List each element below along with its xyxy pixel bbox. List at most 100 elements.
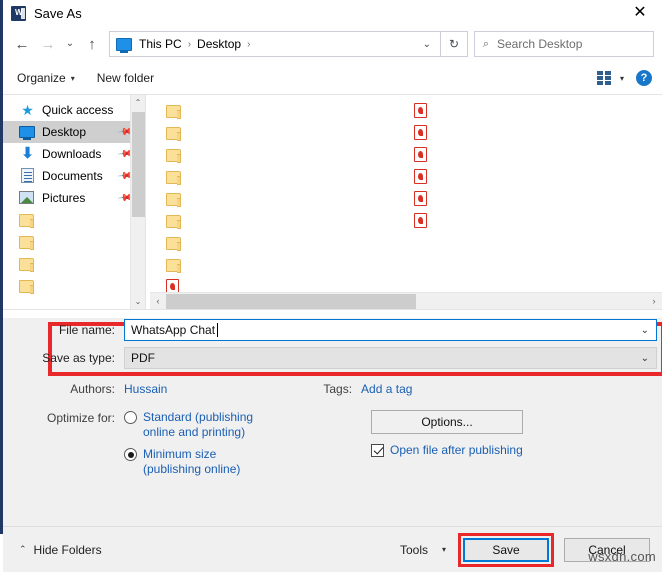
chevron-down-icon: ▾ — [71, 74, 75, 83]
pdf-icon — [414, 103, 427, 118]
sidebar-item-quick-access[interactable]: ★ Quick access — [3, 99, 145, 121]
list-item[interactable] — [166, 209, 414, 231]
new-folder-label: New folder — [97, 71, 154, 85]
scroll-down-icon[interactable]: ⌄ — [131, 294, 145, 309]
sidebar-item-folder[interactable] — [3, 231, 145, 253]
save-as-type-value: PDF — [125, 351, 155, 365]
desktop-icon — [19, 126, 35, 138]
list-item[interactable] — [166, 231, 414, 253]
chevron-down-icon[interactable]: ⌄ — [641, 325, 649, 336]
folder-icon — [166, 259, 181, 272]
save-as-type-select[interactable]: PDF ⌄ — [124, 347, 657, 369]
tools-label: Tools — [400, 543, 428, 557]
file-name-label: File name: — [23, 323, 124, 337]
folder-icon — [19, 214, 34, 227]
radio-standard-line2: online and printing) — [143, 425, 245, 439]
list-item[interactable] — [166, 143, 414, 165]
sidebar-item-label: Downloads — [42, 147, 101, 161]
list-item[interactable] — [166, 253, 414, 275]
file-name-row: File name: WhatsApp Chat ⌄ — [3, 318, 662, 342]
tools-button[interactable]: Tools ▾ — [400, 543, 446, 557]
scroll-right-icon[interactable]: › — [646, 296, 662, 306]
hide-folders-button[interactable]: ⌃ Hide Folders — [19, 543, 102, 557]
word-app-icon: W — [11, 6, 26, 21]
filelist-horizontal-scrollbar[interactable]: ‹ › — [150, 292, 662, 309]
chevron-down-icon[interactable]: ⌄ — [61, 30, 79, 58]
sidebar-item-folder[interactable] — [3, 253, 145, 275]
sidebar-item-downloads[interactable]: ⬇ Downloads 📌 — [3, 143, 145, 165]
close-icon[interactable]: ✕ — [618, 0, 662, 26]
pdf-icon — [414, 169, 427, 184]
folder-icon — [166, 215, 181, 228]
folder-icon — [166, 149, 181, 162]
scrollbar-thumb[interactable] — [132, 112, 145, 217]
save-button[interactable]: Save — [463, 538, 549, 562]
help-icon[interactable]: ? — [636, 70, 652, 86]
breadcrumb-item-desktop[interactable]: Desktop — [195, 37, 243, 51]
add-tag-link[interactable]: Add a tag — [361, 382, 412, 396]
breadcrumb-separator-icon: › — [184, 39, 195, 50]
address-dropdown-icon[interactable]: ⌄ — [414, 39, 440, 50]
folder-icon — [166, 127, 181, 140]
view-layout-icon[interactable] — [597, 71, 613, 85]
chevron-down-icon[interactable]: ⌄ — [641, 353, 649, 364]
radio-standard[interactable]: Standard (publishing online and printing… — [124, 410, 363, 440]
radio-standard-line1: Standard (publishing — [143, 410, 253, 424]
refresh-icon[interactable]: ↻ — [441, 31, 468, 57]
radio-minimum-size[interactable]: Minimum size (publishing online) — [124, 447, 363, 477]
file-list-column-1 — [166, 99, 414, 271]
file-name-value: WhatsApp Chat — [125, 323, 215, 337]
sidebar-item-label: Documents — [42, 169, 103, 183]
organize-button[interactable]: Organize ▾ — [17, 71, 75, 85]
folder-icon — [19, 258, 34, 271]
text-caret — [217, 323, 218, 337]
scrollbar-track[interactable] — [166, 294, 646, 309]
forward-icon[interactable]: → — [35, 30, 61, 58]
list-item[interactable] — [414, 143, 662, 165]
file-list[interactable]: ‹ › — [150, 95, 662, 309]
search-box[interactable]: ⌕ Search Desktop — [474, 31, 654, 57]
scroll-up-icon[interactable]: ⌃ — [131, 95, 145, 110]
browser-pane: ★ Quick access Desktop 📌 ⬇ Downloads 📌 D… — [3, 95, 662, 310]
window-title: Save As — [34, 6, 82, 21]
list-item[interactable] — [414, 165, 662, 187]
highlight-box-save: Save — [458, 533, 554, 567]
list-item[interactable] — [166, 165, 414, 187]
chevron-down-icon[interactable]: ▾ — [620, 74, 624, 83]
folder-icon — [166, 171, 181, 184]
folder-icon — [166, 237, 181, 250]
sidebar-item-pictures[interactable]: Pictures 📌 — [3, 187, 145, 209]
search-input[interactable]: Search Desktop — [497, 37, 582, 51]
checkbox-checked-icon[interactable] — [371, 444, 384, 457]
list-item[interactable] — [414, 209, 662, 231]
scrollbar-thumb[interactable] — [166, 294, 416, 309]
list-item[interactable] — [414, 187, 662, 209]
open-after-publishing-row[interactable]: Open file after publishing — [371, 443, 662, 457]
breadcrumb-item-this-pc[interactable]: This PC — [137, 37, 184, 51]
sidebar-item-documents[interactable]: Documents 📌 — [3, 165, 145, 187]
options-button[interactable]: Options... — [371, 410, 523, 434]
list-item[interactable] — [166, 187, 414, 209]
list-item[interactable] — [414, 121, 662, 143]
folder-icon — [166, 105, 181, 118]
sidebar-item-folder[interactable] — [3, 209, 145, 231]
address-bar[interactable]: This PC › Desktop › ⌄ — [109, 31, 441, 57]
new-folder-button[interactable]: New folder — [97, 71, 154, 85]
list-item[interactable] — [414, 99, 662, 121]
breadcrumb-separator-icon: › — [243, 39, 254, 50]
list-item[interactable] — [166, 99, 414, 121]
radio-button-selected-icon[interactable] — [124, 448, 137, 461]
scroll-left-icon[interactable]: ‹ — [150, 296, 166, 306]
file-name-input[interactable]: WhatsApp Chat ⌄ — [124, 319, 657, 341]
sidebar-item-desktop[interactable]: Desktop 📌 — [3, 121, 145, 143]
up-icon[interactable]: ↑ — [79, 30, 105, 58]
sidebar-item-folder[interactable] — [3, 275, 145, 297]
list-item[interactable] — [166, 121, 414, 143]
back-icon[interactable]: ← — [9, 30, 35, 58]
chevron-up-icon: ⌃ — [19, 544, 27, 555]
sidebar-scrollbar[interactable]: ⌃ ⌄ — [130, 95, 145, 309]
folder-icon — [19, 280, 34, 293]
radio-button-icon[interactable] — [124, 411, 137, 424]
star-icon: ★ — [19, 102, 36, 118]
authors-value[interactable]: Hussain — [124, 382, 167, 396]
